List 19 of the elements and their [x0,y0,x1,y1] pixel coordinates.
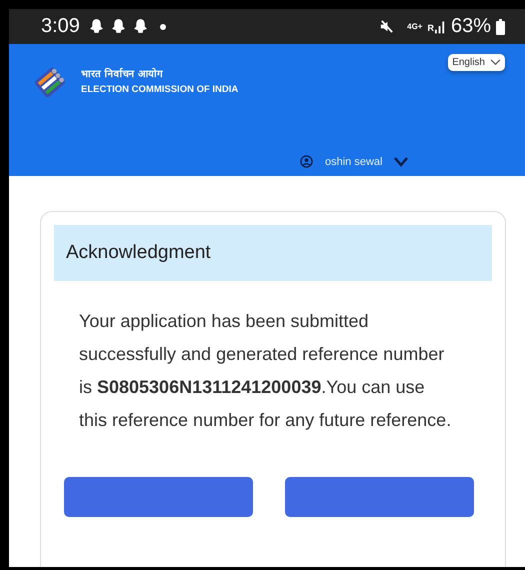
dot-icon [160,24,166,30]
action-button[interactable] [285,477,474,517]
language-dropdown[interactable]: English [448,54,505,71]
organization-name-hindi: भारत निर्वाचन आयोग [81,66,164,80]
chevron-down-icon [394,156,408,166]
action-button[interactable] [64,477,253,517]
mute-icon [379,19,394,34]
clock: 3:09 [41,15,80,38]
signal-icon [434,20,446,34]
acknowledgment-message: Your application has been submitted successfully and generated reference number is S0805306N1311241200039.You can use this reference number for any future reference. [79,310,452,432]
battery-icon [496,18,505,34]
network-label: 4G+ [407,22,422,31]
organization-name: ELECTION COMMISSION OF INDIA [81,84,238,95]
chevron-down-icon [490,59,501,66]
roaming-label: R [427,23,434,33]
card-title: Acknowledgment [54,225,492,281]
user-icon [300,155,313,168]
battery-percent: 63% [450,15,491,38]
user-menu[interactable]: oshin sewal [300,155,408,168]
